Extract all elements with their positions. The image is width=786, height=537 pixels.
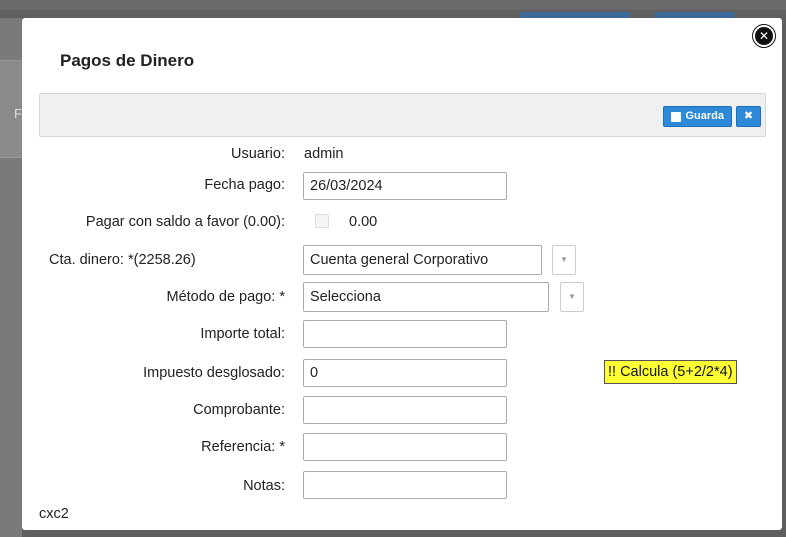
save-button[interactable]: Guarda (663, 106, 732, 127)
comprobante-input[interactable] (303, 396, 507, 424)
importe-total-input[interactable] (303, 320, 507, 348)
metodo-pago-select[interactable]: Selecciona (303, 282, 549, 312)
background-header (0, 0, 786, 10)
fecha-pago-label: Fecha pago: (204, 177, 285, 193)
chevron-down-icon[interactable]: ▼ (552, 245, 576, 275)
usuario-label: Usuario: (231, 146, 285, 162)
fecha-pago-input[interactable] (303, 172, 507, 200)
footer-code: cxc2 (39, 506, 69, 522)
chevron-down-icon[interactable]: ▼ (560, 282, 584, 312)
referencia-label: Referencia: * (201, 439, 285, 455)
payment-modal: Pagos de Dinero Guarda ✖ Usuario: admin … (22, 18, 782, 530)
calcula-button[interactable]: !! Calcula (5+2/2*4) (604, 360, 737, 384)
metodo-pago-label-text: Método de pago: * (166, 289, 285, 305)
cta-dinero-select[interactable]: Cuenta general Corporativo (303, 245, 542, 275)
modal-toolbar: Guarda ✖ (39, 93, 766, 137)
toolbar-close-button[interactable]: ✖ (736, 106, 761, 127)
modal-title: Pagos de Dinero (60, 51, 195, 70)
comprobante-label: Comprobante: (193, 402, 285, 418)
background-letter: F (14, 106, 22, 121)
importe-total-label: Importe total: (200, 326, 285, 342)
notas-input[interactable] (303, 471, 507, 499)
saldo-favor-checkbox[interactable] (315, 214, 329, 228)
usuario-value: admin (304, 146, 344, 162)
saldo-favor-label: Pagar con saldo a favor (0.00): (85, 214, 285, 230)
referencia-input[interactable] (303, 433, 507, 461)
saldo-favor-value: 0.00 (349, 214, 378, 230)
square-icon (671, 111, 682, 122)
impuesto-input[interactable] (303, 359, 507, 387)
close-icon: ✖ (743, 110, 754, 122)
cta-dinero-label: Cta. dinero: *(2258.26) (49, 252, 196, 268)
close-circle-icon[interactable]: ✕ (753, 25, 775, 47)
notas-label: Notas: (243, 478, 285, 494)
save-button-label: Guarda (685, 110, 724, 122)
impuesto-label: Impuesto desglosado: (143, 365, 285, 381)
